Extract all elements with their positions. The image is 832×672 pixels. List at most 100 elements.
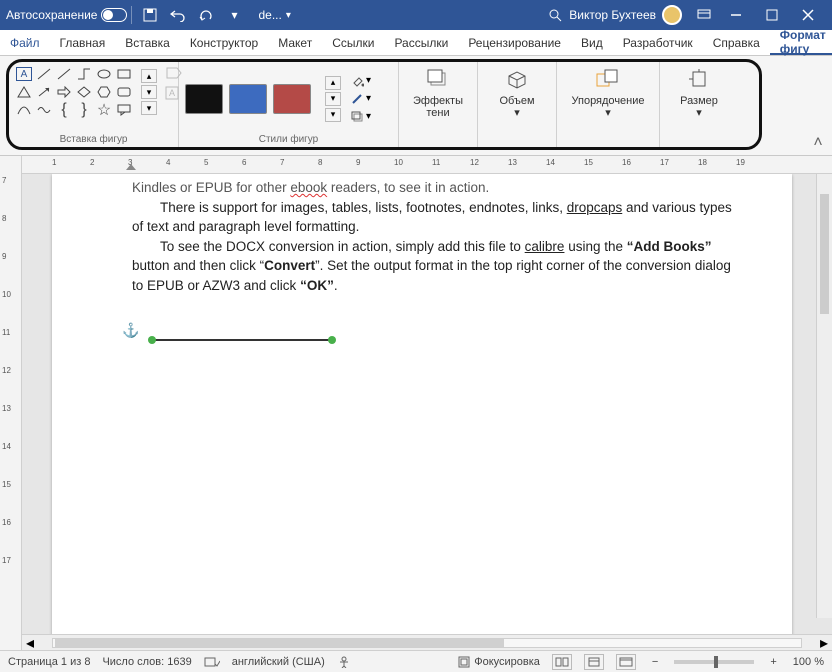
collapse-ribbon-icon[interactable]: ˄: [810, 135, 826, 151]
page-indicator[interactable]: Страница 1 из 8: [8, 656, 90, 668]
tab-file[interactable]: Файл: [0, 30, 50, 55]
undo-icon[interactable]: [167, 4, 189, 26]
shape-curve[interactable]: [15, 102, 33, 118]
horizontal-scrollbar[interactable]: ◂ ▸: [22, 634, 832, 650]
accessibility-icon[interactable]: [337, 656, 351, 668]
word-count[interactable]: Число слов: 1639: [102, 656, 191, 668]
user-name: Виктор Бухтеев: [569, 8, 656, 22]
document-title[interactable]: de... ▾: [258, 8, 290, 22]
tab-design[interactable]: Конструктор: [180, 30, 268, 55]
horizontal-ruler[interactable]: 12345678910111213141516171819: [22, 156, 832, 174]
shapes-scroll-down[interactable]: ▾: [141, 85, 157, 99]
qat-more-icon[interactable]: ▾: [223, 4, 245, 26]
shape-line[interactable]: [35, 66, 53, 82]
arrange-icon: [595, 66, 621, 92]
tab-developer[interactable]: Разработчик: [613, 30, 703, 55]
style-swatch-3[interactable]: [273, 84, 311, 114]
minimize-button[interactable]: [718, 0, 754, 30]
arrange-button[interactable]: Упорядочение▾: [563, 66, 653, 119]
styles-scroll-down[interactable]: ▾: [325, 92, 341, 106]
line-shape[interactable]: [152, 339, 332, 341]
tab-home[interactable]: Главная: [50, 30, 116, 55]
shape-effects-icon[interactable]: ▾: [351, 110, 371, 124]
anchor-icon[interactable]: ⚓: [122, 320, 139, 340]
status-bar: Страница 1 из 8 Число слов: 1639 английс…: [0, 650, 832, 672]
shape-arrow[interactable]: [35, 84, 53, 100]
shape-diamond[interactable]: [75, 84, 93, 100]
shape-hexagon[interactable]: [95, 84, 113, 100]
text-line: To see the DOCX conversion in action, si…: [132, 237, 732, 296]
close-button[interactable]: [790, 0, 826, 30]
styles-more-icon[interactable]: ▾: [325, 108, 341, 122]
shapes-scroll-up[interactable]: ▴: [141, 69, 157, 83]
maximize-button[interactable]: [754, 0, 790, 30]
style-swatch-2[interactable]: [229, 84, 267, 114]
tab-references[interactable]: Ссылки: [322, 30, 384, 55]
shape-triangle[interactable]: [15, 84, 33, 100]
shadow-effects-button[interactable]: Эффекты тени: [405, 66, 471, 119]
tab-view[interactable]: Вид: [571, 30, 613, 55]
tab-help[interactable]: Справка: [703, 30, 770, 55]
tab-review[interactable]: Рецензирование: [458, 30, 571, 55]
save-icon[interactable]: [139, 4, 161, 26]
toggle-icon[interactable]: [101, 8, 127, 22]
focus-mode-button[interactable]: Фокусировка: [458, 656, 540, 668]
text-line: Kindles or EPUB for other ebook readers,…: [132, 178, 732, 198]
shape-star[interactable]: ☆: [95, 102, 113, 118]
ribbon-display-icon[interactable]: [693, 4, 715, 26]
resize-handle-right[interactable]: [328, 336, 336, 344]
vertical-scrollbar[interactable]: [816, 174, 832, 618]
ribbon-tabs: Файл Главная Вставка Конструктор Макет С…: [0, 30, 832, 56]
text-line: There is support for images, tables, lis…: [132, 198, 732, 237]
shape-brace-l[interactable]: {: [55, 102, 73, 118]
search-icon[interactable]: [544, 4, 566, 26]
shape-oval[interactable]: [95, 66, 113, 82]
zoom-in-button[interactable]: +: [766, 656, 780, 668]
tab-shape-format[interactable]: Формат фигу: [770, 30, 832, 55]
autosave-toggle[interactable]: Автосохранение: [6, 8, 127, 22]
group-label-shape-styles: Стили фигур: [179, 134, 398, 145]
shape-rect[interactable]: [115, 66, 133, 82]
ribbon: A { } ☆: [0, 56, 832, 156]
page-area[interactable]: Kindles or EPUB for other ebook readers,…: [22, 174, 832, 634]
shape-line2[interactable]: [55, 66, 73, 82]
resize-handle-left[interactable]: [148, 336, 156, 344]
view-print-icon[interactable]: [584, 654, 604, 670]
tab-mailings[interactable]: Рассылки: [384, 30, 458, 55]
size-icon: [686, 66, 712, 92]
3d-effects-button[interactable]: Объем▾: [484, 66, 550, 119]
shape-block-arrow[interactable]: [55, 84, 73, 100]
tab-layout[interactable]: Макет: [268, 30, 322, 55]
shape-textbox[interactable]: A: [15, 66, 33, 82]
shape-wave[interactable]: [35, 102, 53, 118]
autosave-label: Автосохранение: [6, 8, 97, 22]
tab-insert[interactable]: Вставка: [115, 30, 180, 55]
view-web-icon[interactable]: [616, 654, 636, 670]
shadow-icon: [425, 66, 451, 92]
shape-fill-icon[interactable]: ▾: [351, 74, 371, 88]
page: Kindles or EPUB for other ebook readers,…: [52, 174, 792, 634]
styles-scroll-up[interactable]: ▴: [325, 76, 341, 90]
shapes-gallery[interactable]: A { } ☆: [15, 66, 133, 118]
vertical-ruler[interactable]: 7891011121314151617: [0, 156, 22, 650]
language-indicator[interactable]: английский (США): [232, 656, 325, 668]
view-read-icon[interactable]: [552, 654, 572, 670]
size-button[interactable]: Размер▾: [666, 66, 732, 119]
group-label-insert-shapes: Вставка фигур: [9, 134, 178, 145]
spell-check-icon[interactable]: [204, 656, 220, 668]
zoom-slider[interactable]: [674, 660, 754, 664]
account-button[interactable]: Виктор Бухтеев: [569, 5, 682, 25]
zoom-out-button[interactable]: −: [648, 656, 662, 668]
group-insert-shapes: A { } ☆: [9, 62, 179, 147]
shape-connector[interactable]: [75, 66, 93, 82]
avatar-icon: [662, 5, 682, 25]
redo-icon[interactable]: [195, 4, 217, 26]
shape-outline-icon[interactable]: ▾: [351, 92, 371, 106]
shape-callout[interactable]: [115, 102, 133, 118]
shape-brace-r[interactable]: }: [75, 102, 93, 118]
cube-icon: [504, 66, 530, 92]
style-swatch-1[interactable]: [185, 84, 223, 114]
shapes-more-icon[interactable]: ▾: [141, 101, 157, 115]
shape-roundrect[interactable]: [115, 84, 133, 100]
zoom-level[interactable]: 100 %: [793, 656, 824, 668]
